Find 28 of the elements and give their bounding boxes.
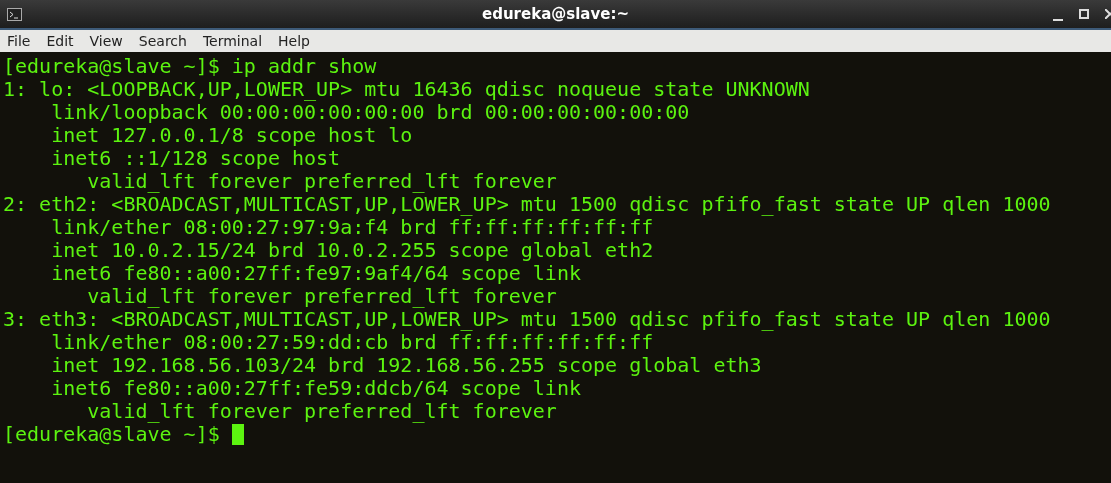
menu-item[interactable]: View (86, 30, 126, 52)
maximize-icon[interactable] (1079, 9, 1089, 19)
terminal-icon (7, 7, 22, 21)
menu-item[interactable]: Search (135, 30, 190, 52)
terminal-prompt: [edureka@slave ~]$ (3, 423, 221, 446)
terminal-line: link/ether 08:00:27:97:9a:f4 brd ff:ff:ff:ff:ff:ff (50, 216, 654, 239)
terminal-line: inet6 fe80::a00:27ff:fe97:9af4/64 scope link (50, 262, 581, 285)
terminal-line: [edureka@slave ~]$ ip addr show (3, 55, 377, 78)
terminal-line: inet6 ::1/128 scope host (50, 147, 341, 170)
terminal-line: 1: lo: <LOOPBACK,UP,LOWER_UP> mtu 16436 qdisc noqueue state UNKNOWN (3, 78, 810, 101)
terminal-line: valid_lft forever preferred_lft forever (86, 400, 557, 423)
terminal-line: link/ether 08:00:27:59:dd:cb brd ff:ff:ff:ff:ff:ff (50, 331, 654, 354)
terminal-line: inet6 fe80::a00:27ff:fe59:ddcb/64 scope link (50, 377, 581, 400)
window-title: edureka@slave:~ (482, 3, 629, 25)
menu-item[interactable]: Help (275, 30, 313, 52)
close-icon[interactable] (1105, 9, 1111, 19)
terminal-line: valid_lft forever preferred_lft forever (86, 285, 557, 308)
cursor (231, 424, 244, 445)
menu-item[interactable]: Terminal (199, 30, 266, 52)
terminal-line: link/loopback 00:00:00:00:00:00 brd 00:00:00:00:00:00 (50, 101, 690, 124)
terminal-line: inet 10.0.2.15/24 brd 10.0.2.255 scope global eth2 (50, 239, 654, 262)
terminal-line: inet 127.0.0.1/8 scope host lo (50, 124, 413, 147)
menu-item[interactable]: Edit (43, 30, 77, 52)
terminal-line: 3: eth3: <BROADCAST,MULTICAST,UP,LOWER_UP> mtu 1500 qdisc pfifo_fast state UP qlen 1000 (3, 308, 1051, 331)
menu-item[interactable]: File (4, 30, 34, 52)
terminal-line: valid_lft forever preferred_lft forever (86, 170, 557, 193)
terminal-line: 2: eth2: <BROADCAST,MULTICAST,UP,LOWER_UP> mtu 1500 qdisc pfifo_fast state UP qlen 1000 (3, 193, 1051, 216)
terminal-line: inet 192.168.56.103/24 brd 192.168.56.255 scope global eth3 (50, 354, 762, 377)
